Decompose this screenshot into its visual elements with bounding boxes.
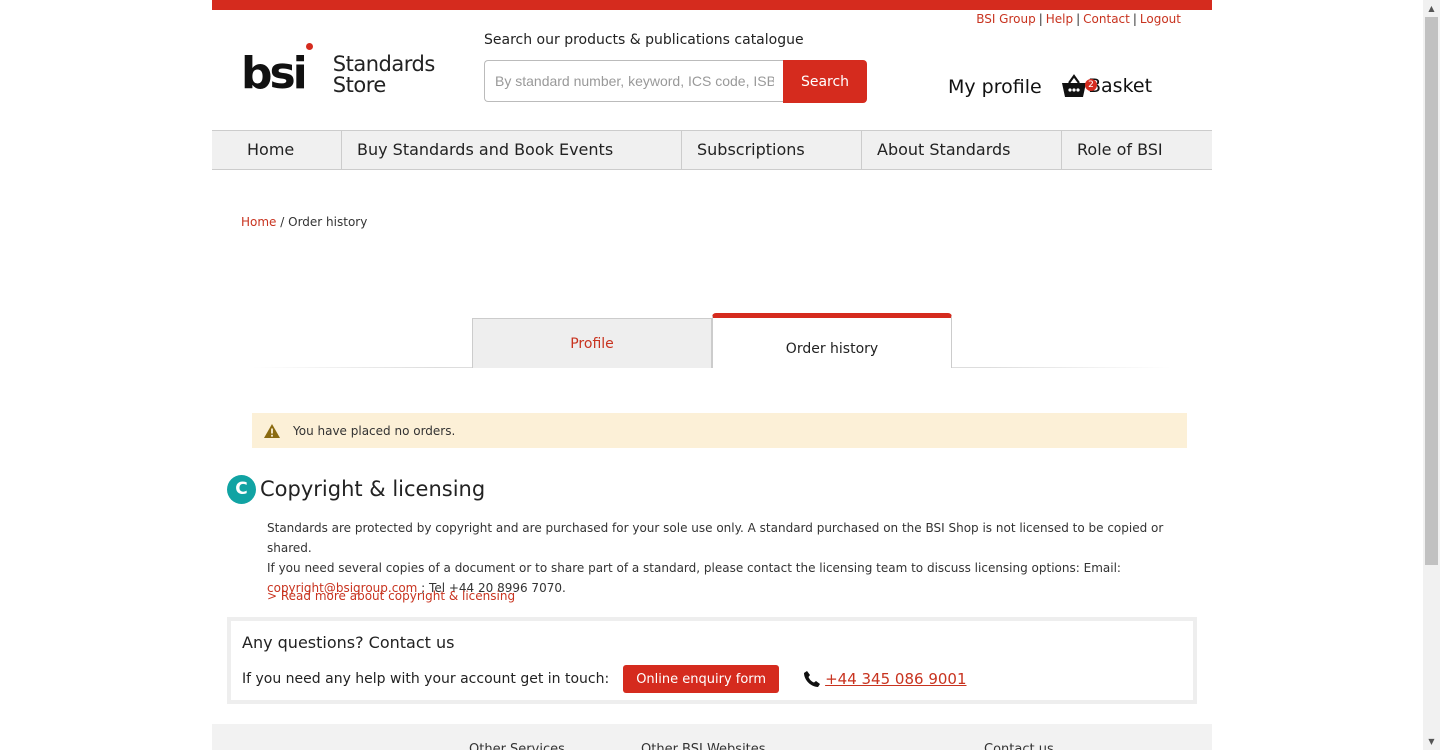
logo-dot [305, 43, 313, 50]
tab-profile[interactable]: Profile [472, 318, 712, 368]
alert-message: You have placed no orders. [293, 423, 456, 438]
logo-subtitle-line2: Store [332, 73, 387, 97]
vertical-scrollbar[interactable]: ▲ ▼ [1423, 0, 1440, 750]
copyright-line2: If you need several copies of a document… [267, 561, 1121, 575]
basket-label: Basket [1088, 75, 1153, 97]
nav-item-about-standards[interactable]: About Standards [862, 131, 1062, 169]
breadcrumb-current: Order history [288, 215, 368, 229]
utility-links: BSI Group | Help | Contact | Logout [976, 12, 1181, 26]
nav-item-buy-standards[interactable]: Buy Standards and Book Events [342, 131, 682, 169]
footer-other-services: Other Services [469, 742, 565, 750]
scroll-up-arrow-icon[interactable]: ▲ [1423, 0, 1440, 17]
scroll-down-arrow-icon[interactable]: ▼ [1423, 733, 1440, 750]
read-more-copyright-link[interactable]: > Read more about copyright & licensing [267, 589, 515, 603]
contact-phone-link[interactable]: +44 345 086 9001 [825, 670, 966, 688]
warning-icon [264, 423, 280, 438]
scrollbar-thumb[interactable] [1425, 17, 1438, 565]
help-link[interactable]: Help [1046, 12, 1073, 26]
footer-contact-us: Contact us [984, 742, 1054, 750]
copyright-line1: Standards are protected by copyright and… [267, 521, 1164, 555]
bsi-group-link[interactable]: BSI Group [976, 12, 1036, 26]
nav-item-subscriptions[interactable]: Subscriptions [682, 131, 862, 169]
copyright-title: Copyright & licensing [260, 477, 486, 501]
page: BSI Group | Help | Contact | Logout bsi Standa… [212, 0, 1212, 750]
breadcrumb: Home / Order history [241, 215, 367, 229]
online-enquiry-button[interactable]: Online enquiry form [623, 665, 780, 693]
nav-item-role-of-bsi[interactable]: Role of BSI [1062, 131, 1212, 169]
search-label: Search our products & publications catal… [484, 32, 804, 48]
footer: Other Services Other BSI Websites Contac… [212, 724, 1212, 750]
search-button[interactable]: Search [783, 60, 867, 103]
basket-count-badge: 2 [1085, 79, 1097, 91]
phone-icon [804, 671, 821, 687]
copyright-text: Standards are protected by copyright and… [267, 518, 1187, 598]
logout-link[interactable]: Logout [1140, 12, 1181, 26]
my-profile-link[interactable]: My profile [948, 76, 1042, 98]
breadcrumb-home-link[interactable]: Home [241, 215, 276, 229]
logo-subtitle-line1: Standards [332, 52, 435, 76]
tab-order-history[interactable]: Order history [712, 313, 952, 368]
contact-title: Any questions? Contact us [242, 633, 455, 652]
contact-box: Any questions? Contact us If you need an… [227, 617, 1197, 704]
no-orders-alert: You have placed no orders. [252, 413, 1187, 448]
search-input[interactable] [484, 60, 784, 102]
nav-item-home[interactable]: Home [212, 131, 342, 169]
top-accent-bar [212, 0, 1212, 10]
logo-wordmark: bsi [241, 48, 308, 99]
basket-link[interactable]: 2 Basket [1060, 73, 1152, 99]
contact-link[interactable]: Contact [1083, 12, 1130, 26]
contact-text: If you need any help with your account g… [242, 671, 610, 687]
main-nav: Home Buy Standards and Book Events Subsc… [212, 130, 1212, 170]
breadcrumb-separator: / [280, 215, 285, 229]
copyright-c-icon: C [227, 475, 256, 504]
basket-icon [1062, 74, 1086, 97]
contact-line: If you need any help with your account g… [242, 665, 967, 693]
logo-subtitle: Standards Store [333, 54, 435, 96]
footer-other-bsi-websites: Other BSI Websites [641, 742, 766, 750]
bsi-logo[interactable]: bsi Standards Store [241, 43, 435, 99]
